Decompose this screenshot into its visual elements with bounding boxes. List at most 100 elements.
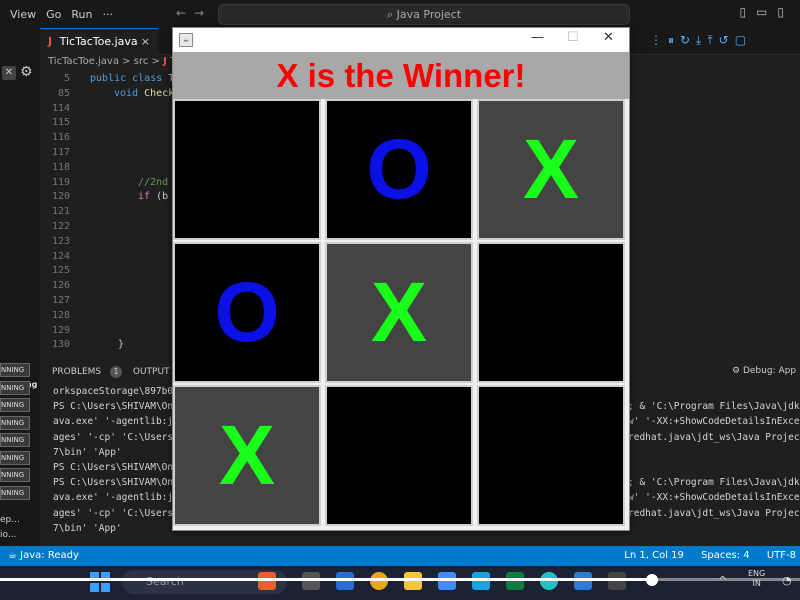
debug-config-select[interactable]: ⚙ Debug: App xyxy=(732,366,796,376)
video-progress-fill xyxy=(0,578,652,581)
video-progress-knob[interactable] xyxy=(646,574,658,586)
layout-controls-icon[interactable]: ▯▭▯ xyxy=(739,5,794,19)
menu-more[interactable]: ··· xyxy=(102,8,113,21)
running-badge: NNING xyxy=(0,450,30,465)
close-icon[interactable]: ✕ xyxy=(603,30,614,45)
line-number: 85 xyxy=(57,87,70,99)
window-titlebar[interactable]: ☕ — ☐ ✕ xyxy=(173,28,629,52)
line-number: 118 xyxy=(51,161,70,173)
board-cell-2-1[interactable]: O xyxy=(173,242,321,383)
running-badge: NNING xyxy=(0,363,30,377)
terminal-line: redhat.java\jdt_ws\Java Project_ xyxy=(628,431,800,443)
java-file-icon: J xyxy=(163,56,167,67)
debug-toolbar[interactable]: ⋮⏸↻⤓⤒↺▢ xyxy=(650,33,752,48)
problems-count-badge: 1 xyxy=(110,366,122,378)
sidebar-fragment: ep... xyxy=(0,515,20,525)
menu-go[interactable]: Go xyxy=(46,8,61,21)
java-icon: ☕ xyxy=(8,550,17,561)
terminal-line: ages' '-cp' 'C:\Users\ xyxy=(53,431,179,443)
line-number: 117 xyxy=(51,147,70,158)
close-icon[interactable]: ✕ xyxy=(2,66,16,80)
code-text: (b xyxy=(156,191,169,203)
gear-icon: ⚙ xyxy=(732,366,741,376)
line-number: 126 xyxy=(51,280,70,292)
tab-output[interactable]: OUTPUT xyxy=(133,367,170,377)
code-text: } xyxy=(118,339,125,351)
folder-icon[interactable] xyxy=(404,572,422,590)
app-icon[interactable] xyxy=(258,572,276,590)
code-line: if (b xyxy=(138,191,168,202)
encoding[interactable]: UTF-8 xyxy=(767,550,796,561)
board-cell-3-3[interactable] xyxy=(477,385,625,526)
edge-icon[interactable] xyxy=(540,572,558,590)
app-icon[interactable] xyxy=(472,572,490,590)
app-icon[interactable] xyxy=(302,572,320,590)
code-text: Check xyxy=(144,87,175,99)
running-badge: NNING xyxy=(0,433,30,447)
running-badge: NNING xyxy=(0,415,30,430)
windows-start-icon[interactable] xyxy=(90,572,110,592)
status-bar: ☕ Java: Ready Ln 1, Col 19 Spaces: 4 UTF… xyxy=(0,546,800,566)
sidebar-fragment: io... xyxy=(0,530,17,540)
breadcrumb: TicTacToe.java > src > J T xyxy=(48,56,176,67)
vscode-icon[interactable] xyxy=(574,572,592,590)
board-cell-3-2[interactable] xyxy=(325,385,473,526)
line-number: 130 xyxy=(51,339,70,351)
status-right: Ln 1, Col 19 Spaces: 4 UTF-8 xyxy=(610,546,796,566)
chrome-icon[interactable] xyxy=(370,572,388,590)
terminal-line: 7\bin' 'App' xyxy=(53,522,122,534)
line-number: 129 xyxy=(51,324,70,336)
breadcrumb-folder[interactable]: src xyxy=(134,56,149,67)
indentation[interactable]: Spaces: 4 xyxy=(701,550,750,561)
code-keyword: public class xyxy=(90,73,169,84)
line-number: 120 xyxy=(51,191,70,203)
board-cell-2-3[interactable] xyxy=(477,242,625,383)
running-badge: NNING xyxy=(0,380,30,395)
line-number: 122 xyxy=(51,221,70,232)
panel-tabs: PROBLEMS 1 OUTPUT xyxy=(52,366,170,378)
terminal-line: PS C:\Users\SHIVAM\One xyxy=(53,401,179,413)
shield-icon[interactable] xyxy=(506,572,524,590)
app-icon[interactable] xyxy=(438,572,456,590)
gear-icon[interactable]: ⚙ xyxy=(20,64,33,80)
terminal-line: ages' '-cp' 'C:\Users\ xyxy=(53,507,179,519)
board-cell-1-1[interactable] xyxy=(173,99,321,240)
breadcrumb-file[interactable]: TicTacToe.java xyxy=(48,56,119,67)
terminal-line: orkspaceStorage\897b01 xyxy=(53,386,179,397)
running-badge: NNING xyxy=(0,468,30,482)
java-app-icon: ☕ xyxy=(179,33,193,47)
chevron-up-icon[interactable]: ^ xyxy=(718,574,727,587)
cursor-position[interactable]: Ln 1, Col 19 xyxy=(624,550,684,561)
terminal-line: ; & 'C:\Program Files\Java\jdk-2 xyxy=(628,401,800,413)
debug-config-label: Debug: App xyxy=(742,366,797,376)
terminal-line: ava.exe' '-agentlib:jc xyxy=(53,416,179,428)
line-number: 128 xyxy=(51,309,70,321)
board-cell-2-2[interactable]: X xyxy=(325,242,473,383)
minimize-icon[interactable]: — xyxy=(531,30,544,45)
code-keyword: if xyxy=(138,191,157,203)
nav-arrows-icon[interactable]: ←→ xyxy=(176,6,212,20)
terminal-line: PS C:\Users\SHIVAM\One xyxy=(53,462,179,473)
board-cell-1-3[interactable]: X xyxy=(477,99,625,240)
language-indicator[interactable]: ENG IN xyxy=(748,569,765,589)
terminal-line: ava.exe' '-agentlib:jc xyxy=(53,492,179,504)
terminal-line: w' '-XX:+ShowCodeDetailsInExcept xyxy=(628,416,800,428)
menu-run[interactable]: Run xyxy=(71,8,92,21)
terminal-line: PS C:\Users\SHIVAM\One xyxy=(53,477,179,489)
app-icon[interactable] xyxy=(608,572,626,590)
code-line: //2nd xyxy=(138,177,168,188)
board-cell-3-1[interactable]: X xyxy=(173,385,321,526)
tab-problems[interactable]: PROBLEMS xyxy=(52,367,101,377)
video-progress-bar[interactable] xyxy=(0,578,800,581)
board-cell-1-2[interactable]: O xyxy=(325,99,473,240)
code-line: } xyxy=(118,339,124,350)
line-number: 115 xyxy=(51,117,70,129)
wifi-icon[interactable]: ◔ xyxy=(782,574,792,587)
menu-view[interactable]: View xyxy=(10,8,36,21)
close-icon[interactable]: × xyxy=(141,29,150,55)
app-icon[interactable] xyxy=(336,572,354,590)
java-status[interactable]: ☕ Java: Ready xyxy=(8,546,79,566)
command-center[interactable]: ⌕ Java Project xyxy=(218,4,630,25)
java-file-icon: J xyxy=(48,35,53,48)
tab-tictactoe[interactable]: J TicTacToe.java × xyxy=(40,28,158,55)
